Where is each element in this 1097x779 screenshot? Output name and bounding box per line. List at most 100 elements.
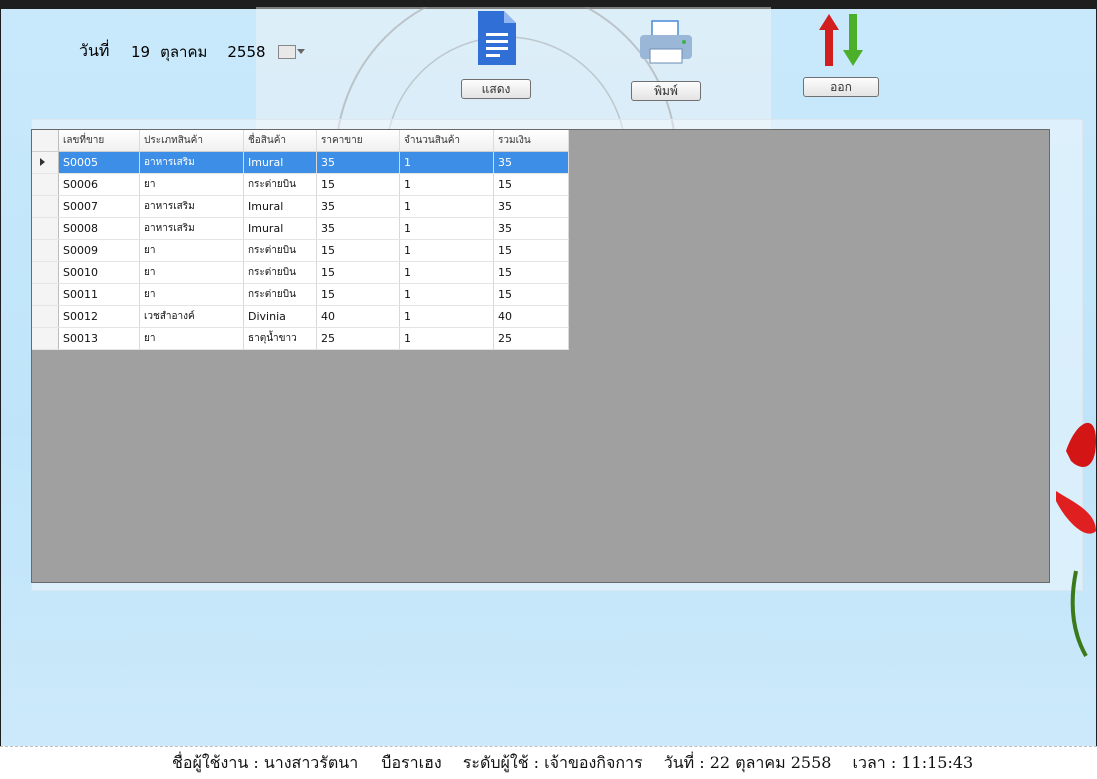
table-cell[interactable]: เวชสำอางค์	[139, 305, 244, 328]
print-button[interactable]: พิมพ์	[631, 81, 701, 101]
table-cell[interactable]: 35	[316, 195, 400, 218]
table-cell[interactable]: อาหารเสริม	[139, 195, 244, 218]
table-cell[interactable]: S0008	[58, 217, 140, 240]
column-header[interactable]: ชื่อสินค้า	[243, 130, 317, 152]
table-cell[interactable]: 1	[399, 261, 494, 284]
table-cell[interactable]: ธาตุน้ำขาว	[243, 327, 317, 350]
table-cell[interactable]: 35	[316, 217, 400, 240]
table-cell[interactable]: อาหารเสริม	[139, 217, 244, 240]
table-cell[interactable]: 1	[399, 151, 494, 174]
row-header[interactable]	[32, 173, 59, 196]
table-cell[interactable]: 1	[399, 283, 494, 306]
table-cell[interactable]: อาหารเสริม	[139, 151, 244, 174]
row-header[interactable]	[32, 283, 59, 306]
table-cell[interactable]: 40	[493, 305, 569, 328]
show-button[interactable]: แสดง	[461, 79, 531, 99]
table-cell[interactable]: S0010	[58, 261, 140, 284]
row-header[interactable]	[32, 195, 59, 218]
column-header[interactable]: ประเภทสินค้า	[139, 130, 244, 152]
table-cell[interactable]: 15	[316, 173, 400, 196]
row-header-corner	[32, 130, 59, 152]
status-time: เวลา : 11:15:43	[852, 753, 974, 772]
table-cell[interactable]: 35	[493, 151, 569, 174]
table-cell[interactable]: S0012	[58, 305, 140, 328]
table-cell[interactable]: 15	[316, 239, 400, 262]
status-surname: บือราเฮง	[381, 753, 442, 772]
printer-icon	[626, 13, 706, 75]
date-day: 19	[131, 43, 151, 61]
table-row[interactable]: S0007 อาหารเสริม Imural 35 1 35	[32, 195, 569, 218]
table-row[interactable]: S0011 ยา กระต่ายบิน 15 1 15	[32, 283, 569, 306]
table-cell[interactable]: 15	[493, 239, 569, 262]
row-header[interactable]	[32, 261, 59, 284]
table-cell[interactable]: ยา	[139, 327, 244, 350]
table-cell[interactable]: 25	[316, 327, 400, 350]
document-icon	[456, 7, 536, 69]
table-cell[interactable]: Imural	[243, 195, 317, 218]
table-cell[interactable]: 15	[493, 261, 569, 284]
row-header[interactable]	[32, 305, 59, 328]
column-header[interactable]: เลขที่ขาย	[58, 130, 140, 152]
status-user: ชื่อผู้ใช้งาน : นางสาวรัตนา	[172, 753, 359, 772]
table-row[interactable]: S0006 ยา กระต่ายบิน 15 1 15	[32, 173, 569, 196]
table-cell[interactable]: ยา	[139, 239, 244, 262]
table-cell[interactable]: กระต่ายบิน	[243, 173, 317, 196]
table-cell[interactable]: 15	[493, 173, 569, 196]
sales-report-window: วันที่ 19 ตุลาคม 2558 แสดง พิมพ์ ออก เลข…	[0, 0, 1097, 778]
up-down-arrows-icon	[801, 9, 881, 71]
table-cell[interactable]: 15	[316, 261, 400, 284]
table-cell[interactable]: S0006	[58, 173, 140, 196]
date-year: 2558	[227, 43, 266, 61]
table-cell[interactable]: S0007	[58, 195, 140, 218]
table-row[interactable]: S0013 ยา ธาตุน้ำขาว 25 1 25	[32, 327, 569, 350]
row-header[interactable]	[32, 327, 59, 350]
table-cell[interactable]: S0013	[58, 327, 140, 350]
table-cell[interactable]: 1	[399, 327, 494, 350]
table-cell[interactable]: 1	[399, 173, 494, 196]
calendar-dropdown-icon[interactable]	[277, 45, 305, 59]
table-cell[interactable]: 40	[316, 305, 400, 328]
sales-data-grid[interactable]: เลขที่ขาย ประเภทสินค้า ชื่อสินค้า ราคาขา…	[31, 129, 1050, 583]
table-cell[interactable]: Divinia	[243, 305, 317, 328]
show-tool: แสดง	[456, 7, 536, 99]
table-cell[interactable]: 1	[399, 195, 494, 218]
table-row[interactable]: S0009 ยา กระต่ายบิน 15 1 15	[32, 239, 569, 262]
table-cell[interactable]: ยา	[139, 261, 244, 284]
table-row[interactable]: S0005 อาหารเสริม Imural 35 1 35	[32, 151, 569, 174]
row-header[interactable]	[32, 151, 59, 174]
row-header[interactable]	[32, 217, 59, 240]
table-cell[interactable]: S0009	[58, 239, 140, 262]
exit-button[interactable]: ออก	[803, 77, 879, 97]
table-cell[interactable]: 35	[493, 195, 569, 218]
table-cell[interactable]: กระต่ายบิน	[243, 239, 317, 262]
column-header[interactable]: จำนวนสินค้า	[399, 130, 494, 152]
table-cell[interactable]: S0005	[58, 151, 140, 174]
table-cell[interactable]: 35	[493, 217, 569, 240]
status-bar: ชื่อผู้ใช้งาน : นางสาวรัตนา บือราเฮง ระด…	[0, 746, 1097, 779]
table-cell[interactable]: S0011	[58, 283, 140, 306]
table-cell[interactable]: กระต่ายบิน	[243, 261, 317, 284]
table-row[interactable]: S0008 อาหารเสริม Imural 35 1 35	[32, 217, 569, 240]
table-cell[interactable]: กระต่ายบิน	[243, 283, 317, 306]
current-row-indicator-icon	[40, 158, 45, 166]
status-level: ระดับผู้ใช้ : เจ้าของกิจการ	[462, 753, 643, 772]
row-header[interactable]	[32, 239, 59, 262]
column-header[interactable]: ราคาขาย	[316, 130, 400, 152]
table-cell[interactable]: Imural	[243, 151, 317, 174]
table-cell[interactable]: 35	[316, 151, 400, 174]
date-label: วันที่	[79, 41, 110, 60]
table-cell[interactable]: ยา	[139, 173, 244, 196]
table-cell[interactable]: 15	[493, 283, 569, 306]
table-cell[interactable]: Imural	[243, 217, 317, 240]
table-cell[interactable]: 1	[399, 305, 494, 328]
table-cell[interactable]: 1	[399, 217, 494, 240]
table-cell[interactable]: ยา	[139, 283, 244, 306]
table-cell[interactable]: 25	[493, 327, 569, 350]
print-tool: พิมพ์	[626, 13, 706, 101]
table-row[interactable]: S0010 ยา กระต่ายบิน 15 1 15	[32, 261, 569, 284]
table-cell[interactable]: 15	[316, 283, 400, 306]
table-row[interactable]: S0012 เวชสำอางค์ Divinia 40 1 40	[32, 305, 569, 328]
column-header[interactable]: รวมเงิน	[493, 130, 569, 152]
table-cell[interactable]: 1	[399, 239, 494, 262]
date-picker[interactable]: 19 ตุลาคม 2558	[131, 39, 346, 65]
